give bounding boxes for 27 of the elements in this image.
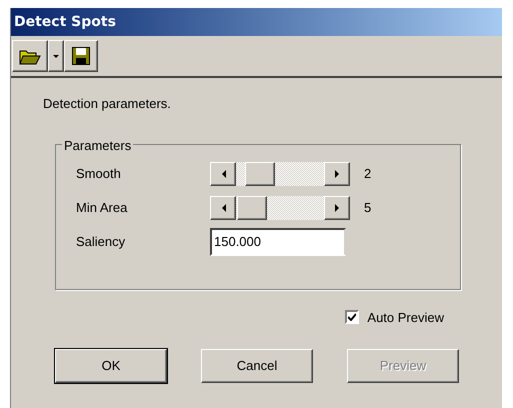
check-icon — [348, 313, 356, 322]
parameter-label: Min Area — [75, 198, 128, 217]
caret-icon — [53, 54, 59, 58]
slider-value: 5 — [364, 198, 372, 217]
checkbox[interactable] — [345, 310, 360, 324]
scroll-right-button[interactable] — [324, 162, 350, 186]
dialog-button[interactable]: OK — [55, 349, 167, 383]
scroll-left-button[interactable] — [210, 196, 236, 220]
slider-thumb[interactable] — [244, 162, 275, 186]
save-button[interactable] — [64, 40, 98, 72]
dropdown-button[interactable] — [48, 40, 64, 72]
left-arrow-icon — [220, 170, 226, 178]
right-arrow-icon — [334, 204, 340, 212]
saliency-field[interactable]: 150.000 — [210, 228, 346, 256]
parameter-label: Smooth — [75, 164, 122, 183]
dialog-button[interactable]: Cancel — [201, 349, 313, 383]
scroll-left-button[interactable] — [210, 162, 236, 186]
scroll-right-button[interactable] — [324, 196, 350, 220]
window-title: Detect Spots — [14, 12, 116, 32]
slider-value: 2 — [364, 164, 372, 183]
checkbox-label: Auto Preview — [367, 308, 444, 326]
open-button[interactable] — [12, 40, 48, 72]
description-text: Detection parameters. — [43, 95, 172, 113]
right-arrow-icon — [334, 170, 340, 178]
slider-thumb[interactable] — [237, 196, 268, 220]
left-arrow-icon — [220, 204, 226, 212]
parameter-label: Saliency — [75, 232, 126, 251]
